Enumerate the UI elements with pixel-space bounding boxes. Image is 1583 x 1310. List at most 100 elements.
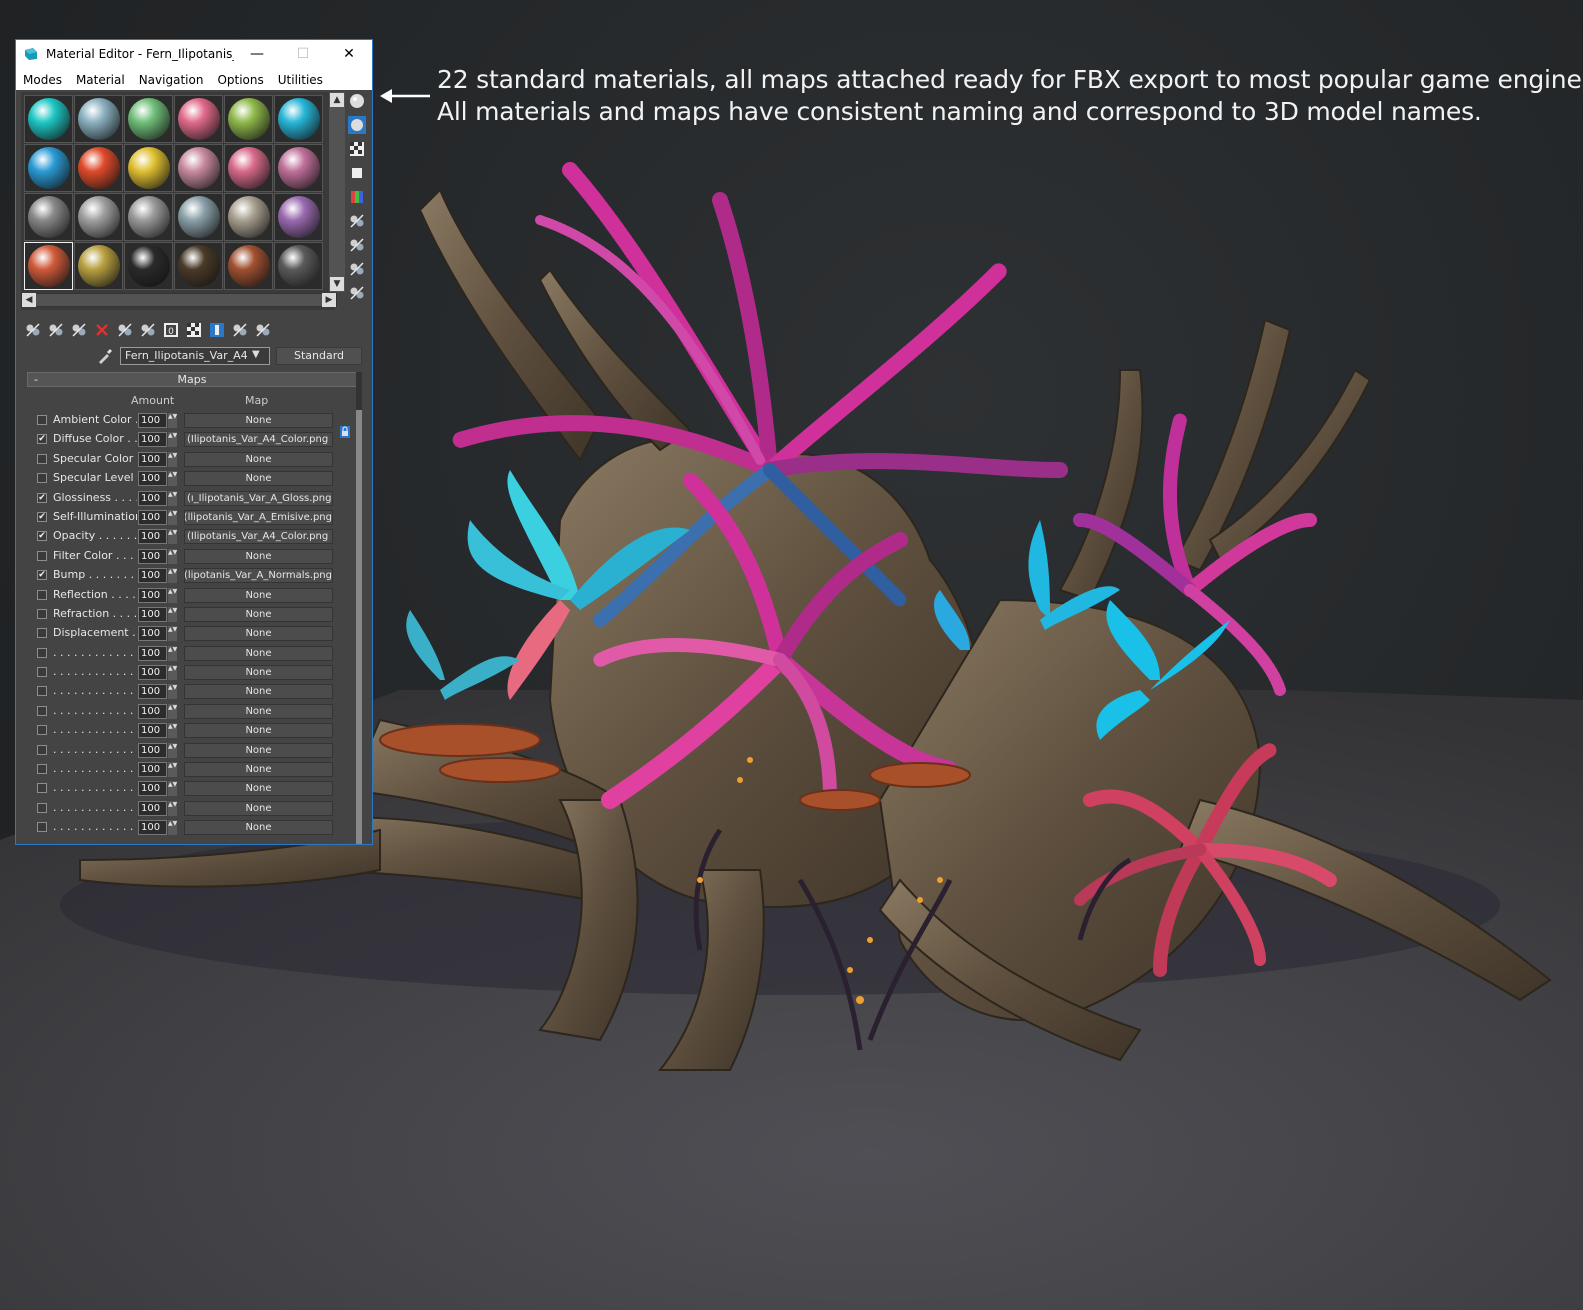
amount-input[interactable]: 100 <box>138 432 167 448</box>
material-slot[interactable] <box>224 193 273 241</box>
amount-input[interactable]: 100 <box>138 471 167 487</box>
material-slot[interactable] <box>24 95 73 143</box>
amount-spinner-icon[interactable]: ▲▼ <box>168 529 177 545</box>
amount-input[interactable]: 100 <box>138 665 167 681</box>
map-slot-button[interactable]: None <box>184 606 333 622</box>
amount-spinner-icon[interactable]: ▲▼ <box>168 606 177 622</box>
amount-spinner-icon[interactable]: ▲▼ <box>168 471 177 487</box>
get-material-icon[interactable] <box>24 321 42 339</box>
map-enable-checkbox[interactable] <box>37 589 47 600</box>
amount-spinner-icon[interactable]: ▲▼ <box>168 490 177 506</box>
menu-material[interactable]: Material <box>69 73 132 87</box>
material-slot[interactable] <box>174 193 223 241</box>
amount-input[interactable]: 100 <box>138 645 167 661</box>
amount-spinner-icon[interactable]: ▲▼ <box>168 820 177 836</box>
video-color-check-icon[interactable] <box>348 188 366 206</box>
material-slot[interactable] <box>74 193 123 241</box>
map-enable-checkbox[interactable] <box>37 550 47 561</box>
chevron-down-icon[interactable]: ▼ <box>252 349 260 360</box>
collapse-toggle[interactable]: - <box>34 373 38 386</box>
map-enable-checkbox[interactable] <box>37 453 47 464</box>
amount-spinner-icon[interactable]: ▲▼ <box>168 432 177 448</box>
amount-input[interactable]: 100 <box>138 626 167 642</box>
material-editor-window[interactable]: Material Editor - Fern_Ilipotanis_Va... … <box>15 39 373 845</box>
map-slot-button[interactable]: None <box>184 451 333 467</box>
map-slot-button[interactable]: None <box>184 548 333 564</box>
map-slot-button[interactable]: None <box>184 413 333 428</box>
maps-rollout-header[interactable]: - Maps <box>27 372 357 387</box>
material-slot[interactable] <box>24 242 73 290</box>
material-slot[interactable] <box>24 144 73 192</box>
material-slot[interactable] <box>224 242 273 290</box>
amount-spinner-icon[interactable]: ▲▼ <box>168 626 177 642</box>
amount-input[interactable]: 100 <box>138 548 167 564</box>
amount-spinner-icon[interactable]: ▲▼ <box>168 781 177 797</box>
map-slot-button[interactable]: None <box>184 820 333 836</box>
amount-input[interactable]: 100 <box>138 413 167 428</box>
map-slot-button[interactable]: None <box>184 781 333 797</box>
amount-spinner-icon[interactable]: ▲▼ <box>168 684 177 700</box>
map-slot-button[interactable]: None <box>184 626 333 642</box>
map-slot-button[interactable]: None <box>184 665 333 681</box>
map-slot-button[interactable]: None <box>184 742 333 758</box>
map-slot-button[interactable]: None <box>184 645 333 661</box>
map-enable-checkbox[interactable] <box>37 764 47 775</box>
amount-input[interactable]: 100 <box>138 762 167 778</box>
amount-spinner-icon[interactable]: ▲▼ <box>168 645 177 661</box>
amount-spinner-icon[interactable]: ▲▼ <box>168 800 177 816</box>
scroll-down-icon[interactable]: ▼ <box>330 277 344 291</box>
scroll-up-icon[interactable]: ▲ <box>330 93 344 107</box>
amount-spinner-icon[interactable]: ▲▼ <box>168 703 177 719</box>
close-button[interactable]: ✕ <box>326 40 372 68</box>
amount-input[interactable]: 100 <box>138 568 167 584</box>
amount-spinner-icon[interactable]: ▲▼ <box>168 509 177 525</box>
amount-spinner-icon[interactable]: ▲▼ <box>168 451 177 467</box>
map-enable-checkbox[interactable] <box>37 608 47 619</box>
amount-input[interactable]: 100 <box>138 529 167 545</box>
material-slot[interactable] <box>124 144 173 192</box>
map-enable-checkbox[interactable] <box>37 822 47 833</box>
backlight-icon[interactable] <box>348 116 366 134</box>
map-slot-button[interactable]: ı_Ilipotanis_Var_A_Gloss.png) <box>184 490 333 506</box>
map-slot-button[interactable]: None <box>184 723 333 739</box>
map-enable-checkbox[interactable] <box>37 667 47 678</box>
amount-spinner-icon[interactable]: ▲▼ <box>168 665 177 681</box>
map-enable-checkbox[interactable]: ✔ <box>37 434 47 445</box>
rollout-scroll-thumb[interactable] <box>356 410 362 844</box>
show-shaded-in-viewport-icon[interactable] <box>185 321 203 339</box>
amount-input[interactable]: 100 <box>138 703 167 719</box>
put-to-library-icon[interactable] <box>139 321 157 339</box>
material-slot[interactable] <box>124 95 173 143</box>
make-unique-icon[interactable] <box>116 321 134 339</box>
amount-spinner-icon[interactable]: ▲▼ <box>168 548 177 564</box>
map-enable-checkbox[interactable]: ✔ <box>37 570 47 581</box>
map-enable-checkbox[interactable]: ✔ <box>37 511 47 522</box>
title-bar[interactable]: Material Editor - Fern_Ilipotanis_Va... … <box>16 40 372 68</box>
map-slot-button[interactable]: None <box>184 800 333 816</box>
maximize-button[interactable]: ☐ <box>280 40 326 68</box>
material-slot[interactable] <box>224 144 273 192</box>
menu-modes[interactable]: Modes <box>16 73 69 87</box>
menu-options[interactable]: Options <box>210 73 270 87</box>
map-slot-button[interactable]: Ilipotanis_Var_A4_Color.png) <box>184 432 333 448</box>
material-slot[interactable] <box>174 144 223 192</box>
map-enable-checkbox[interactable] <box>37 725 47 736</box>
amount-spinner-icon[interactable]: ▲▼ <box>168 568 177 584</box>
amount-input[interactable]: 100 <box>138 723 167 739</box>
amount-input[interactable]: 100 <box>138 820 167 836</box>
reset-map-icon[interactable] <box>93 321 111 339</box>
amount-input[interactable]: 100 <box>138 800 167 816</box>
options-icon[interactable] <box>348 236 366 254</box>
map-enable-checkbox[interactable] <box>37 415 47 425</box>
map-enable-checkbox[interactable] <box>37 802 47 813</box>
map-slot-button[interactable]: Ilipotanis_Var_A4_Color.png) <box>184 529 333 545</box>
map-enable-checkbox[interactable] <box>37 783 47 794</box>
material-slot[interactable] <box>124 193 173 241</box>
amount-input[interactable]: 100 <box>138 781 167 797</box>
go-forward-to-sibling-icon[interactable] <box>254 321 272 339</box>
map-enable-checkbox[interactable] <box>37 628 47 639</box>
make-preview-icon[interactable] <box>348 212 366 230</box>
material-slot[interactable] <box>74 242 123 290</box>
amount-spinner-icon[interactable]: ▲▼ <box>168 723 177 739</box>
map-slot-button[interactable]: None <box>184 762 333 778</box>
